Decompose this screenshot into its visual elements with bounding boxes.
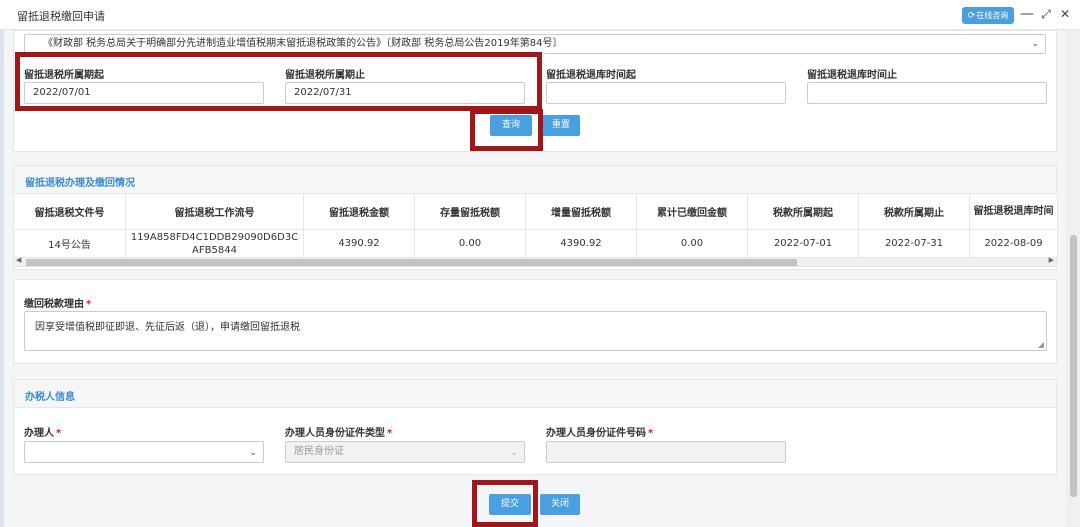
handler-select[interactable]: ⌄	[24, 441, 264, 463]
period-end-label: 留抵退税所属期止	[285, 70, 365, 81]
scroll-right-icon[interactable]: ▶	[1049, 256, 1054, 264]
reason-label-text: 缴回税款理由	[24, 299, 84, 310]
column-header: 留抵退税退库时间	[969, 193, 1058, 230]
reset-button[interactable]: 重置	[542, 115, 580, 136]
column-header: 留抵退税工作流号	[125, 193, 304, 230]
id-number-label: 办理人员身份证件号码 *	[546, 424, 653, 439]
column-header: 存量留抵税额	[414, 193, 526, 230]
table-cell: 119A858FD4C1DDB29090D6D3CAFB5844	[125, 229, 304, 258]
chevron-down-icon: ⌄	[249, 448, 257, 458]
window-title: 留抵退税缴回申请	[17, 10, 105, 23]
refund-start-input[interactable]	[546, 82, 786, 104]
required-mark: *	[56, 428, 62, 439]
online-consult-button[interactable]: ⟳在线咨询	[962, 7, 1014, 24]
column-header: 税款所属期起	[747, 193, 859, 230]
horizontal-scrollbar-thumb[interactable]	[26, 259, 797, 266]
id-type-select[interactable]: 居民身份证 ⌄	[285, 441, 525, 463]
table-cell: 0.00	[414, 229, 526, 258]
window-titlebar: 留抵退税缴回申请 ⟳在线咨询 — ⤢ ✕	[0, 0, 1080, 30]
handler-label-text: 办理人	[24, 428, 54, 439]
column-header: 留抵退税文件号	[13, 193, 126, 230]
id-number-label-text: 办理人员身份证件号码	[546, 428, 646, 439]
table-cell: 2022-08-09	[969, 229, 1058, 258]
table-header-row: 留抵退税文件号 留抵退税工作流号 留抵退税金额 存量留抵税额 增量留抵税额 累计…	[13, 193, 1058, 230]
horizontal-scrollbar[interactable]: ◀ ▶	[13, 256, 1057, 267]
reason-text: 因享受增值税即征即退、先征后返（退），申请缴回留抵退税	[35, 322, 300, 333]
id-number-input[interactable]	[546, 441, 786, 463]
required-mark: *	[387, 428, 393, 439]
column-header: 累计已缴回金额	[636, 193, 748, 230]
table-cell: 2022-07-31	[858, 229, 970, 258]
online-consult-label: 在线咨询	[976, 11, 1009, 20]
handling-panel-header: 留抵退税办理及缴回情况	[14, 166, 1056, 194]
period-start-input[interactable]: 2022/07/01	[24, 82, 264, 104]
resize-grip-icon[interactable]: ◢	[1038, 340, 1044, 349]
required-mark: *	[648, 428, 654, 439]
id-type-label-text: 办理人员身份证件类型	[285, 428, 385, 439]
agent-panel-header: 办税人信息	[14, 380, 1056, 408]
policy-select-value: 《财政部 税务总局关于明确部分先进制造业增值税期末留抵退税政策的公告》〔财政部 …	[43, 38, 563, 49]
refresh-icon: ⟳	[967, 11, 976, 21]
table-cell: 0.00	[636, 229, 748, 258]
left-edge	[0, 30, 4, 527]
column-header: 留抵退税金额	[303, 193, 415, 230]
id-type-label: 办理人员身份证件类型 *	[285, 424, 392, 439]
minimize-icon[interactable]: —	[1019, 5, 1035, 23]
refund-end-input[interactable]	[807, 82, 1047, 104]
vertical-scrollbar-thumb[interactable]	[1070, 235, 1077, 497]
query-button[interactable]: 查询	[490, 115, 532, 136]
chevron-down-icon: ⌄	[510, 448, 518, 458]
reason-textarea[interactable]: 因享受增值税即征即退、先征后返（退），申请缴回留抵退税 ◢	[24, 311, 1047, 351]
scroll-left-icon[interactable]: ◀	[16, 256, 21, 264]
refund-end-label: 留抵退税退库时间止	[807, 70, 897, 81]
refund-start-label: 留抵退税退库时间起	[546, 70, 636, 81]
chevron-down-icon: ⌄	[1031, 39, 1039, 49]
close-button[interactable]: 关闭	[540, 494, 580, 515]
close-icon[interactable]: ✕	[1057, 5, 1073, 23]
period-start-label: 留抵退税所属期起	[24, 70, 104, 81]
agent-section-title: 办税人信息	[25, 392, 75, 403]
reason-label: 缴回税款理由 *	[24, 295, 91, 310]
required-mark: *	[86, 299, 92, 310]
column-header: 税款所属期止	[858, 193, 970, 230]
table-cell: 4390.92	[303, 229, 415, 258]
handling-section-title: 留抵退税办理及缴回情况	[25, 178, 135, 189]
maximize-icon[interactable]: ⤢	[1038, 5, 1054, 23]
table-cell: 2022-07-01	[747, 229, 859, 258]
column-header: 增量留抵税额	[525, 193, 637, 230]
handler-label: 办理人 *	[24, 424, 61, 439]
submit-button[interactable]: 提交	[489, 494, 531, 515]
table-row[interactable]: 14号公告 119A858FD4C1DDB29090D6D3CAFB5844 4…	[13, 229, 1058, 258]
policy-select[interactable]: 《财政部 税务总局关于明确部分先进制造业增值税期末留抵退税政策的公告》〔财政部 …	[24, 34, 1046, 54]
handling-table: 留抵退税文件号 留抵退税工作流号 留抵退税金额 存量留抵税额 增量留抵税额 累计…	[13, 193, 1058, 258]
id-type-select-value: 居民身份证	[294, 446, 344, 457]
vertical-scrollbar[interactable]	[1066, 30, 1080, 527]
table-cell: 14号公告	[13, 229, 126, 258]
period-end-input[interactable]: 2022/07/31	[285, 82, 525, 104]
table-cell: 4390.92	[525, 229, 637, 258]
